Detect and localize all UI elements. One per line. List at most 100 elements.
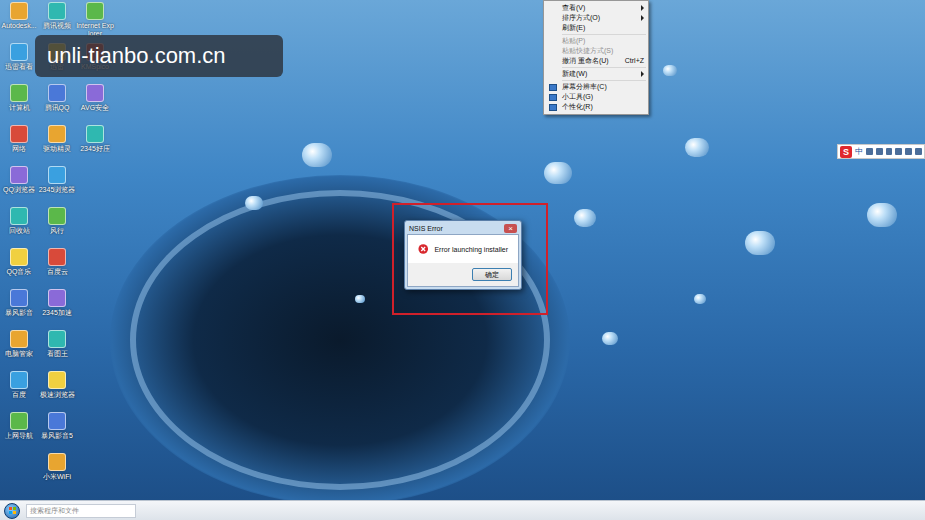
desktop-icon-label: 极速浏览器 <box>38 391 76 399</box>
desktop-icon[interactable]: 百度 <box>0 369 38 410</box>
desktop-icon-label: 百度云 <box>38 268 76 276</box>
error-icon <box>418 243 428 255</box>
app-icon <box>10 412 28 430</box>
dialog-body: Error launching installer确定 <box>407 234 519 287</box>
menu-item-label: 新建(W) <box>562 69 641 79</box>
menu-item[interactable]: 排序方式(O) <box>544 13 648 23</box>
desktop-icon-label: 电脑管家 <box>0 350 38 358</box>
watermark-text: unli-tianbo.com.cn <box>47 43 226 69</box>
desktop-icon-label: 网络 <box>0 145 38 153</box>
desktop-icon[interactable]: 极速浏览器 <box>38 369 76 410</box>
ime-tool-icon[interactable] <box>886 148 893 155</box>
desktop-icon[interactable]: 上网导航 <box>0 410 38 451</box>
desktop-icon[interactable]: 计算机 <box>0 82 38 123</box>
desktop-icon[interactable]: AVG安全 <box>76 82 114 123</box>
desktop-icon[interactable]: 百度云 <box>38 246 76 287</box>
search-field[interactable]: 搜索程序和文件 <box>26 504 136 518</box>
water-drop <box>245 196 263 210</box>
desktop-icon[interactable]: 小米WiFi <box>38 451 76 492</box>
ime-tool-icon[interactable] <box>895 148 902 155</box>
menu-item-icon <box>549 84 557 91</box>
menu-item-label: 粘贴快捷方式(S) <box>562 46 644 56</box>
app-icon <box>10 166 28 184</box>
desktop-icon-label: 看图王 <box>38 350 76 358</box>
app-icon <box>48 330 66 348</box>
menu-item[interactable]: 个性化(R) <box>544 102 648 112</box>
menu-separator <box>562 67 646 68</box>
desktop-icon-label: 暴风影音5 <box>38 432 76 440</box>
desktop-icon[interactable]: 回收站 <box>0 205 38 246</box>
app-icon <box>10 330 28 348</box>
desktop-icon[interactable]: 迅雷看看 <box>0 41 38 82</box>
menu-item[interactable]: 粘贴(P) <box>544 36 648 46</box>
desktop-icon-label: 腾讯视频 <box>38 22 76 30</box>
menu-item-label: 撤消 重命名(U) <box>562 56 621 66</box>
menu-item[interactable]: 刷新(E) <box>544 23 648 33</box>
desktop-icon[interactable]: Autodesk... <box>0 0 38 41</box>
desktop-icon[interactable]: 2345好压 <box>76 123 114 164</box>
menu-item[interactable]: 小工具(G) <box>544 92 648 102</box>
submenu-arrow-icon <box>641 15 644 21</box>
water-drop <box>694 294 706 304</box>
desktop-icon-label: 驱动精灵 <box>38 145 76 153</box>
app-icon <box>86 84 104 102</box>
desktop-icon[interactable]: QQ音乐 <box>0 246 38 287</box>
app-icon <box>10 84 28 102</box>
desktop-icon[interactable]: 看图王 <box>38 328 76 369</box>
menu-item-shortcut: Ctrl+Z <box>625 56 644 66</box>
app-icon <box>86 2 104 20</box>
ime-tool-icon[interactable] <box>915 148 922 155</box>
icon-column: Autodesk... 迅雷看看计算机网络 QQ浏览器回收站QQ音乐暴风影音电脑管家… <box>0 0 38 492</box>
menu-item[interactable]: 屏幕分辨率(C) <box>544 82 648 92</box>
ime-tool-icon[interactable] <box>876 148 883 155</box>
ime-tool-icon[interactable] <box>905 148 912 155</box>
menu-item[interactable]: 粘贴快捷方式(S) <box>544 46 648 56</box>
water-drop <box>602 332 618 345</box>
start-orb-icon[interactable] <box>4 503 20 519</box>
desktop-icon[interactable]: 暴风影音 <box>0 287 38 328</box>
desktop-icon-label: Autodesk... <box>0 22 38 30</box>
watermark: unli-tianbo.com.cn <box>35 35 283 77</box>
desktop-icon-label: 2345浏览器 <box>38 186 76 194</box>
taskbar: 搜索程序和文件 <box>0 500 925 520</box>
ime-mode: 中 <box>855 146 863 158</box>
dialog-title: NSIS Error <box>409 224 443 233</box>
desktop-icon[interactable]: 网络 <box>0 123 38 164</box>
water-drop <box>574 209 596 227</box>
desktop-icon[interactable]: 风行 <box>38 205 76 246</box>
water-drop <box>544 162 572 184</box>
dialog-close-button[interactable]: × <box>504 224 517 233</box>
menu-item[interactable]: 新建(W) <box>544 69 648 79</box>
ime-tool-icon[interactable] <box>866 148 873 155</box>
app-icon <box>10 248 28 266</box>
search-placeholder: 搜索程序和文件 <box>30 506 79 516</box>
app-icon <box>48 371 66 389</box>
menu-item-label: 刷新(E) <box>562 23 644 33</box>
ime-bar[interactable]: S中 <box>837 144 925 159</box>
desktop-icon[interactable]: 驱动精灵 <box>38 123 76 164</box>
app-icon <box>48 84 66 102</box>
menu-item-label: 粘贴(P) <box>562 36 644 46</box>
water-drop <box>685 138 709 157</box>
desktop-icon[interactable]: 腾讯QQ <box>38 82 76 123</box>
desktop-icon[interactable]: 2345加速 <box>38 287 76 328</box>
app-icon <box>10 125 28 143</box>
app-icon <box>48 412 66 430</box>
ok-button[interactable]: 确定 <box>472 268 512 281</box>
app-icon <box>48 289 66 307</box>
desktop-icon-label: 百度 <box>0 391 38 399</box>
menu-item[interactable]: 查看(V) <box>544 3 648 13</box>
app-icon <box>48 125 66 143</box>
menu-item-label: 屏幕分辨率(C) <box>562 82 644 92</box>
water-drop <box>302 143 332 167</box>
desktop-icon[interactable]: 电脑管家 <box>0 328 38 369</box>
desktop-icon[interactable]: QQ浏览器 <box>0 164 38 205</box>
ime-logo: S <box>840 146 852 158</box>
app-icon <box>10 207 28 225</box>
water-drop <box>745 231 775 255</box>
app-icon <box>48 248 66 266</box>
menu-item[interactable]: 撤消 重命名(U) Ctrl+Z <box>544 56 648 66</box>
desktop-icon[interactable]: 2345浏览器 <box>38 164 76 205</box>
desktop: Autodesk... 迅雷看看计算机网络 QQ浏览器回收站QQ音乐暴风影音电脑管家… <box>0 0 925 500</box>
desktop-icon[interactable]: 暴风影音5 <box>38 410 76 451</box>
